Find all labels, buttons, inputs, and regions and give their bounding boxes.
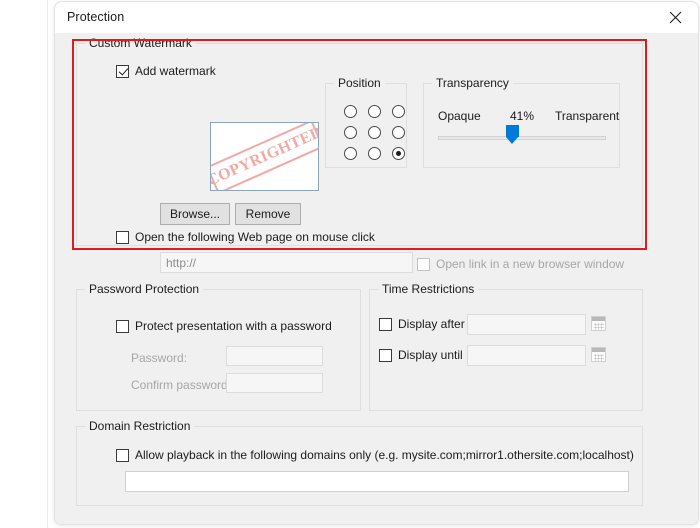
open-new-window-label: Open link in a new browser window <box>436 257 625 271</box>
allow-domains-checkbox[interactable]: Allow playback in the following domains … <box>116 448 634 462</box>
custom-watermark-legend: Custom Watermark <box>85 36 196 50</box>
calendar-icon-dots <box>594 323 604 330</box>
open-new-window-checkbox[interactable]: Open link in a new browser window <box>417 257 624 271</box>
confirm-password-label: Confirm password: <box>131 378 232 392</box>
add-watermark-label: Add watermark <box>135 64 216 78</box>
open-web-page-label: Open the following Web page on mouse cli… <box>135 230 375 244</box>
transparency-group: Transparency Opaque 41% Transparent <box>423 76 620 168</box>
transparency-value-label: 41% <box>510 109 535 123</box>
transparency-slider-track[interactable] <box>438 136 606 140</box>
position-radio-middle-right[interactable] <box>391 126 405 139</box>
display-until-checkbox[interactable]: Display until <box>379 348 463 362</box>
display-after-checkbox-box <box>379 317 392 331</box>
dialog-body: Custom Watermark Add watermark COPYRIGHT… <box>55 33 698 524</box>
display-until-input[interactable] <box>467 345 586 366</box>
display-until-calendar-button[interactable] <box>591 347 608 364</box>
password-protection-legend: Password Protection <box>85 282 204 296</box>
position-radio-top-right[interactable] <box>391 105 405 118</box>
add-watermark-checkbox-box <box>116 64 129 78</box>
open-web-page-checkbox-box <box>116 230 129 244</box>
transparency-transparent-label: Transparent <box>555 109 620 123</box>
title-bar: Protection <box>55 2 698 33</box>
display-after-label: Display after <box>398 317 465 331</box>
open-new-window-checkbox-box <box>417 257 430 271</box>
calendar-icon-header <box>592 317 605 321</box>
domain-restriction-group: Domain Restriction <box>76 419 643 506</box>
position-radio-bottom-right[interactable] <box>391 147 405 160</box>
transparency-legend: Transparency <box>432 76 513 90</box>
confirm-password-input[interactable] <box>226 373 323 393</box>
display-until-label: Display until <box>398 348 463 362</box>
display-until-checkbox-box <box>379 348 392 362</box>
display-after-input[interactable] <box>467 314 586 335</box>
transparency-opaque-label: Opaque <box>438 109 481 123</box>
display-after-checkbox[interactable]: Display after <box>379 317 465 331</box>
calendar-icon <box>591 316 606 331</box>
open-web-page-checkbox[interactable]: Open the following Web page on mouse cli… <box>116 230 375 244</box>
slider-thumb-body <box>506 125 519 137</box>
protect-password-checkbox-box <box>116 319 129 333</box>
position-radio-middle-left[interactable] <box>343 126 357 139</box>
position-legend: Position <box>334 76 385 90</box>
transparency-slider-thumb[interactable] <box>506 125 519 144</box>
remove-button[interactable]: Remove <box>235 203 301 225</box>
calendar-icon-dots <box>594 354 604 361</box>
copyright-stamp-text: COPYRIGHTED <box>210 123 319 190</box>
window-title: Protection <box>67 10 125 24</box>
position-group: Position <box>325 76 410 168</box>
slider-thumb-tip <box>506 137 518 144</box>
position-radio-top-left[interactable] <box>343 105 357 118</box>
allow-domains-checkbox-box <box>116 448 129 462</box>
protect-password-label: Protect presentation with a password <box>135 319 332 333</box>
browse-button[interactable]: Browse... <box>160 203 230 225</box>
position-radio-grid <box>338 101 410 164</box>
calendar-icon-header <box>592 348 605 352</box>
protection-dialog: Protection Custom Watermark Add watermar… <box>55 2 698 524</box>
position-radio-bottom-center[interactable] <box>367 147 381 160</box>
time-restrictions-legend: Time Restrictions <box>378 282 479 296</box>
domain-restriction-legend: Domain Restriction <box>85 419 195 433</box>
domains-input[interactable] <box>125 471 629 492</box>
calendar-icon <box>591 347 606 362</box>
allow-domains-label: Allow playback in the following domains … <box>135 448 634 462</box>
password-input[interactable] <box>226 346 323 366</box>
close-button[interactable] <box>652 2 698 33</box>
watermark-url-input[interactable]: http:// <box>160 252 413 273</box>
protect-password-checkbox[interactable]: Protect presentation with a password <box>116 319 332 333</box>
watermark-preview[interactable]: COPYRIGHTED <box>210 122 319 191</box>
position-radio-middle-center[interactable] <box>367 126 381 139</box>
add-watermark-checkbox[interactable]: Add watermark <box>116 64 216 78</box>
display-after-calendar-button[interactable] <box>591 316 608 333</box>
close-icon <box>669 11 681 24</box>
copyright-stamp: COPYRIGHTED <box>210 123 319 190</box>
position-radio-top-center[interactable] <box>367 105 381 118</box>
password-label: Password: <box>131 351 188 365</box>
position-radio-bottom-left[interactable] <box>343 147 357 160</box>
